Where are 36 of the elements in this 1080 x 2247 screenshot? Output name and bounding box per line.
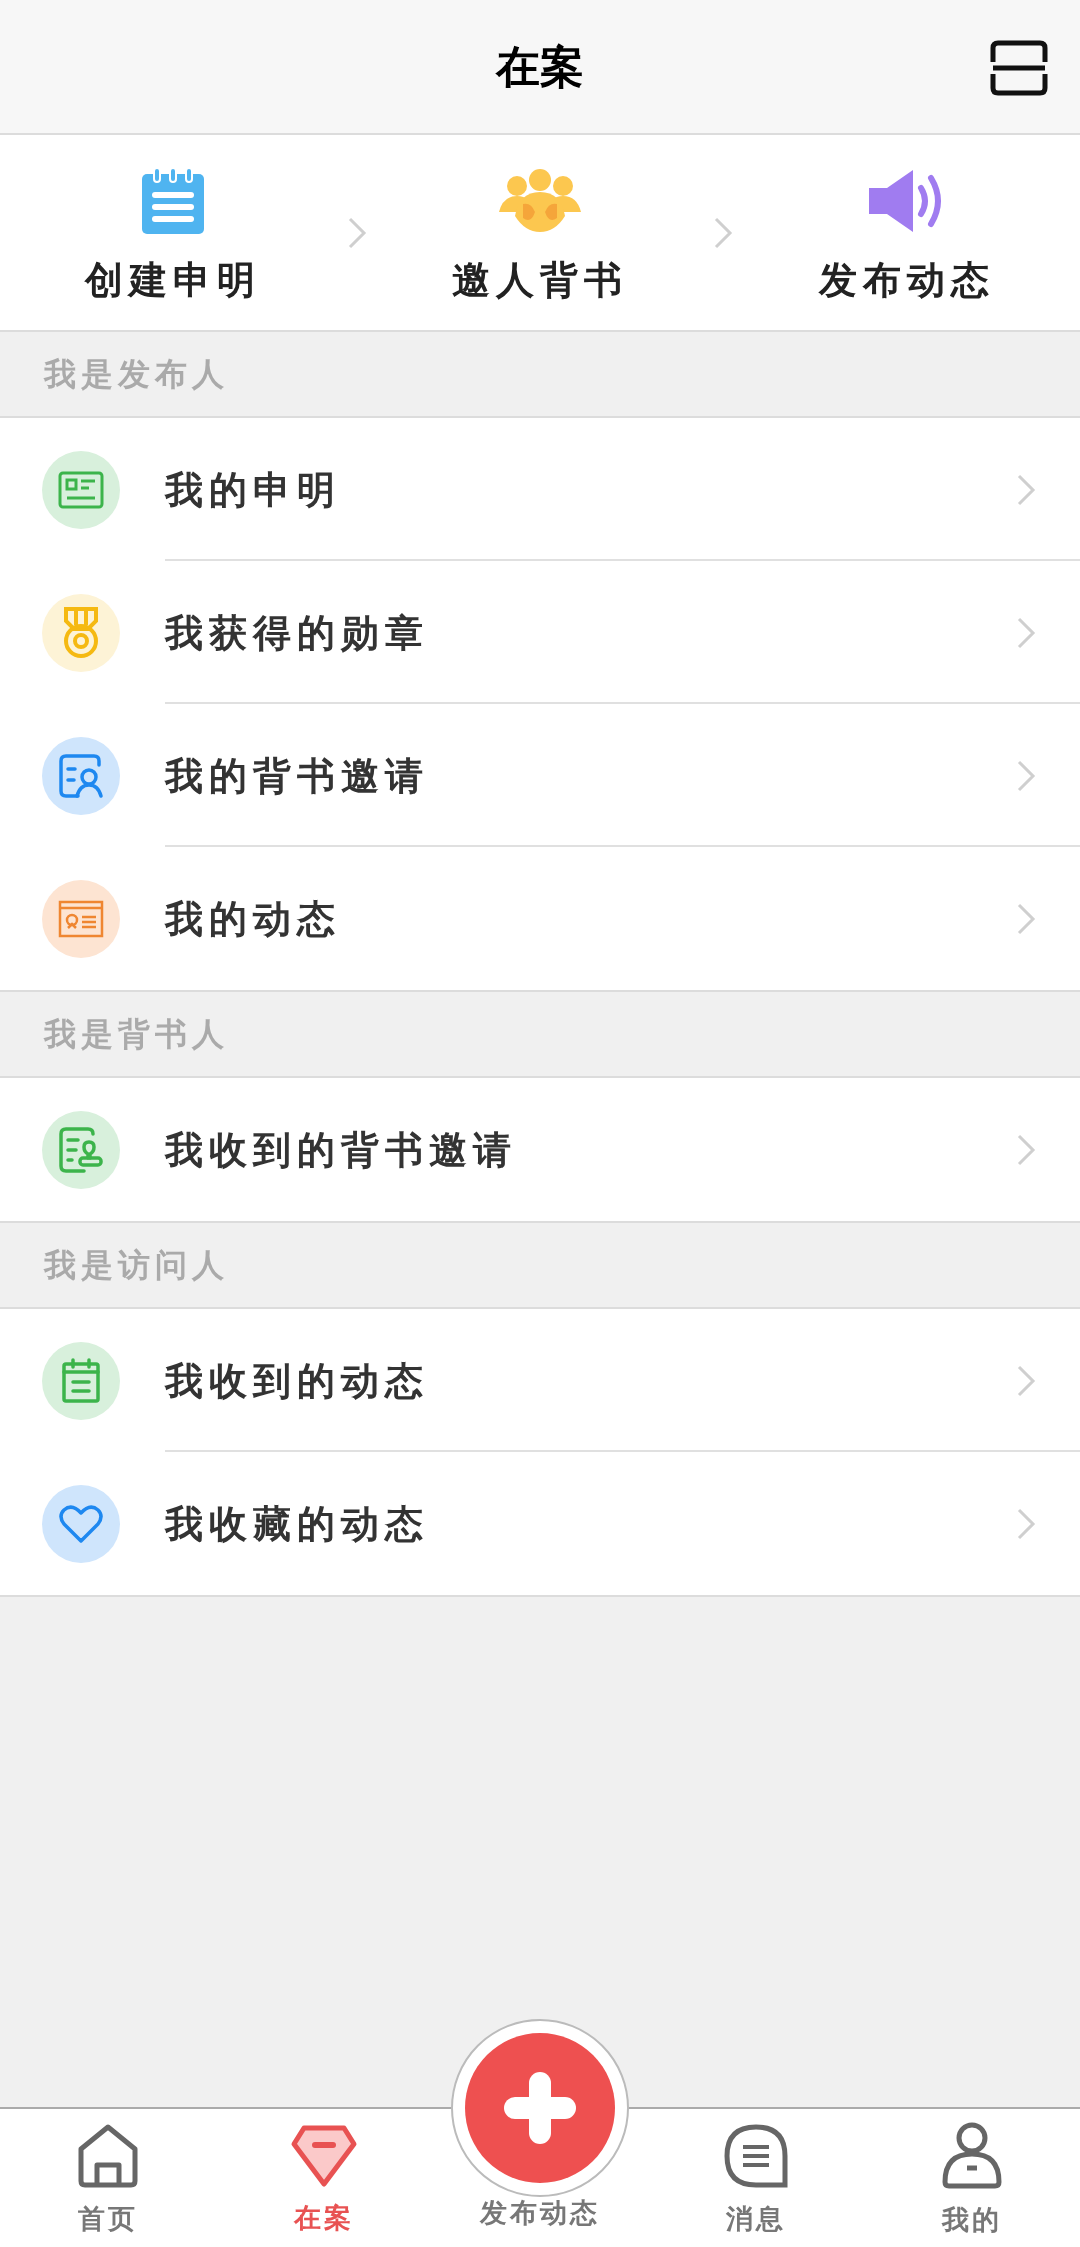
- chevron-icon: [1016, 1506, 1036, 1541]
- chevron-icon: [346, 215, 367, 250]
- step-item[interactable]: 邀人背书: [366, 157, 714, 308]
- step-item[interactable]: 创建申明: [0, 157, 347, 308]
- plus-icon: [502, 2070, 578, 2146]
- chevron-icon: [1016, 758, 1036, 793]
- add-button[interactable]: [465, 2033, 615, 2183]
- menu-row[interactable]: 我的背书邀请: [0, 704, 1080, 847]
- chat-bubble-icon: [723, 2122, 789, 2189]
- tab-item[interactable]: 我的: [864, 2109, 1080, 2247]
- tab-label[interactable]: 发布动态: [480, 2192, 600, 2233]
- user-icon: [941, 2121, 1003, 2190]
- people-group-icon: [499, 168, 581, 234]
- notepad-icon: [140, 166, 207, 236]
- menu-row[interactable]: 我收到的背书邀请: [0, 1078, 1080, 1221]
- tab-item[interactable]: 首页: [0, 2109, 216, 2247]
- step-item[interactable]: 发布动态: [733, 157, 1080, 308]
- page-title: 在案: [496, 39, 584, 94]
- menu-row[interactable]: 我收到的动态: [0, 1309, 1080, 1452]
- chevron-icon: [713, 215, 734, 250]
- scan-icon[interactable]: [990, 40, 1048, 96]
- section-heading: 我是访问人: [44, 1245, 229, 1286]
- tab-item[interactable]: 在案: [216, 2109, 432, 2247]
- chevron-icon: [1016, 1363, 1036, 1398]
- section-heading: 我是背书人: [44, 1014, 229, 1055]
- tab-item[interactable]: 消息: [648, 2109, 864, 2247]
- chevron-icon: [1016, 1132, 1036, 1167]
- menu-row[interactable]: 我获得的勋章: [0, 561, 1080, 704]
- chevron-icon: [1016, 901, 1036, 936]
- diamond-icon: [290, 2123, 358, 2188]
- chevron-icon: [1016, 472, 1036, 507]
- chevron-icon: [1016, 615, 1036, 650]
- menu-row[interactable]: 我的动态: [0, 847, 1080, 990]
- menu-row[interactable]: 我的申明: [0, 418, 1080, 561]
- menu-row[interactable]: 我收藏的动态: [0, 1452, 1080, 1595]
- section-heading: 我是发布人: [44, 354, 229, 395]
